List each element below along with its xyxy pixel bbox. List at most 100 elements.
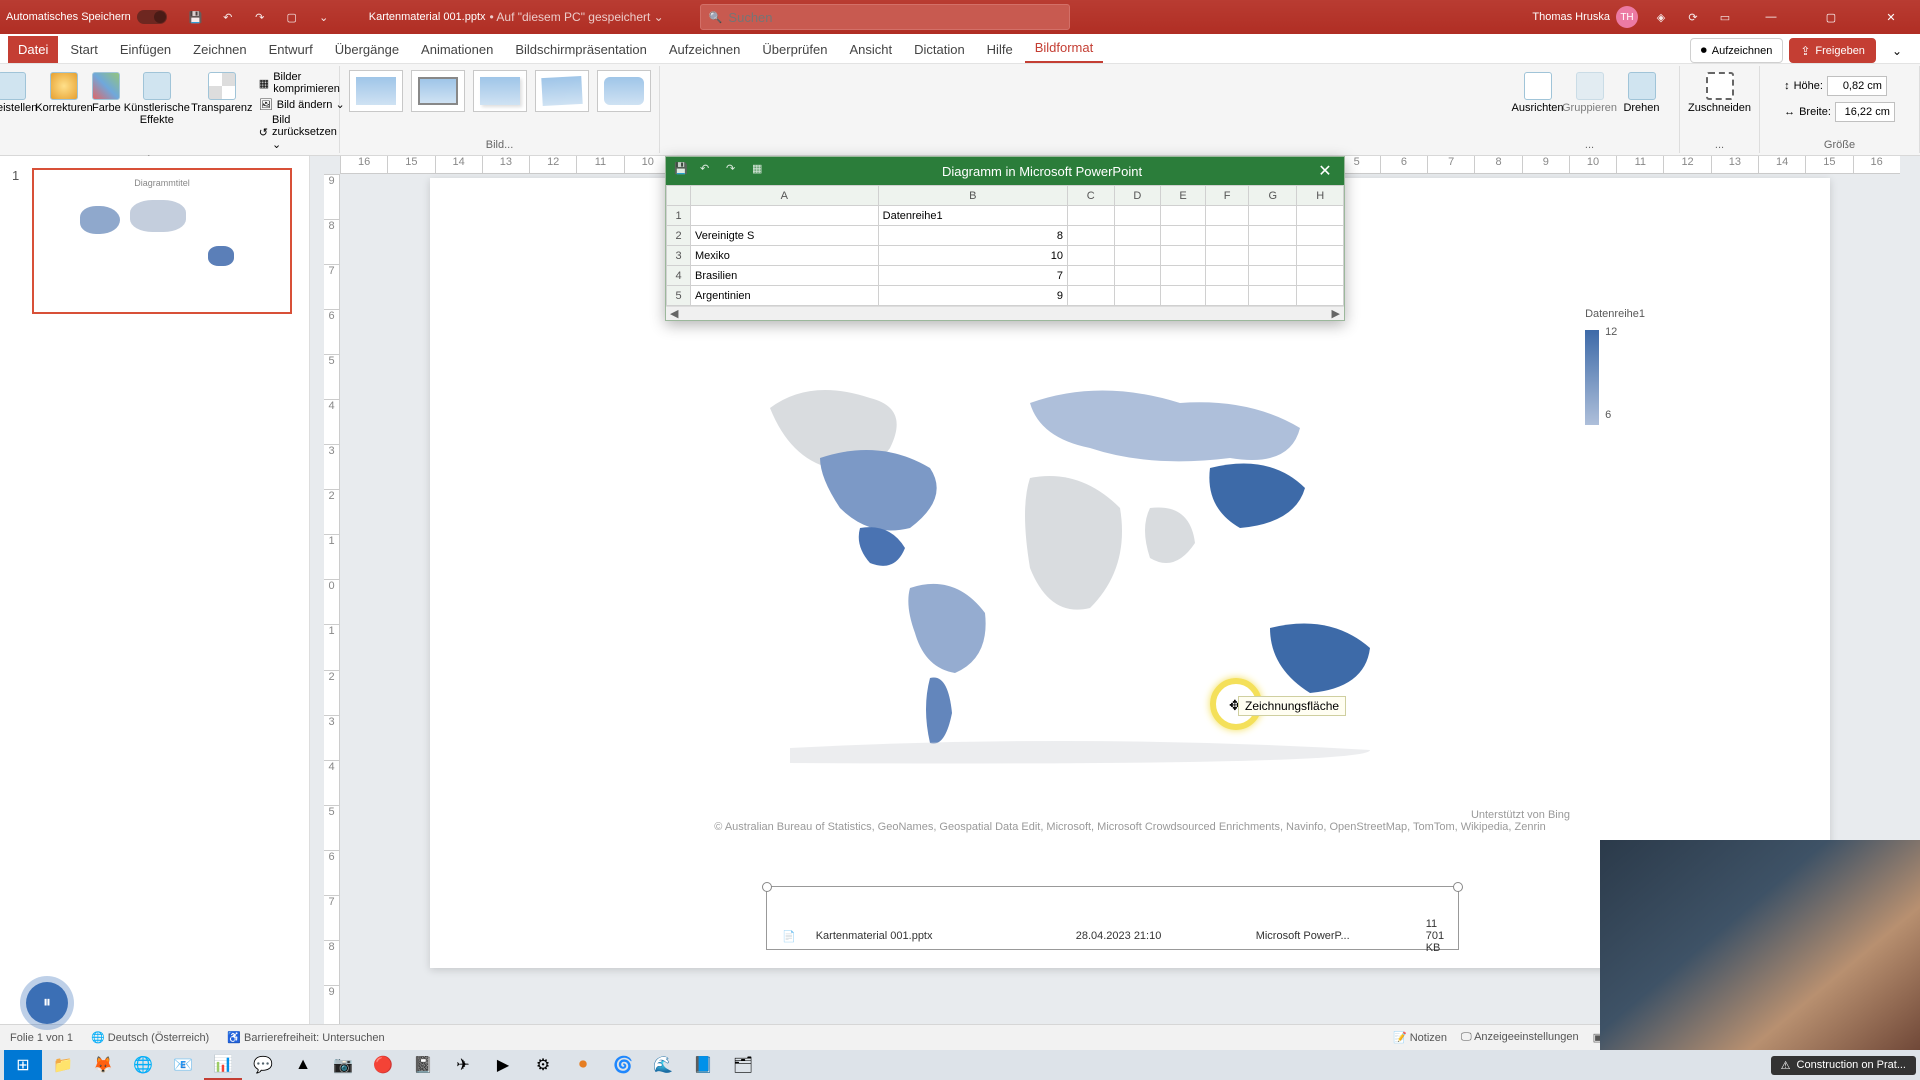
slide-thumbnail[interactable]: Diagrammtitel — [32, 168, 292, 314]
tab-draw[interactable]: Zeichnen — [183, 36, 256, 63]
height-input[interactable] — [1827, 76, 1887, 96]
share-button[interactable]: ⇪ Freigeben — [1789, 38, 1876, 63]
align-button[interactable]: Ausrichten — [1514, 68, 1562, 114]
close-button[interactable]: ✕ — [1868, 0, 1914, 34]
artistic-effects-button[interactable]: Künstlerische Effekte — [125, 68, 189, 126]
tab-help[interactable]: Hilfe — [977, 36, 1023, 63]
account-button[interactable]: Thomas Hruska TH — [1532, 6, 1638, 28]
picture-style[interactable] — [349, 70, 403, 112]
change-picture-button[interactable]: 🖼 Bild ändern ⌄ — [255, 97, 351, 112]
autosave-toggle[interactable]: Automatisches Speichern — [6, 10, 167, 24]
country-australia[interactable] — [1270, 624, 1370, 694]
undo-icon[interactable]: ↶ — [700, 162, 718, 180]
picture-style[interactable] — [597, 70, 651, 112]
app-icon[interactable]: 🔴 — [364, 1050, 402, 1080]
reset-picture-button[interactable]: ↺ Bild zurücksetzen ⌄ — [255, 113, 351, 152]
tab-insert[interactable]: Einfügen — [110, 36, 181, 63]
picture-style[interactable] — [473, 70, 527, 112]
app-icon[interactable]: 🗂 — [724, 1050, 762, 1080]
document-title[interactable]: Kartenmaterial 001.pptx • Auf "diesem PC… — [369, 10, 664, 24]
color-button[interactable]: Farbe — [92, 68, 121, 114]
picture-style[interactable] — [535, 70, 589, 112]
tab-animations[interactable]: Animationen — [411, 36, 503, 63]
selected-image-object[interactable]: 📄 Kartenmaterial 001.pptx 28.04.2023 21:… — [770, 890, 1455, 946]
tab-picture-format[interactable]: Bildformat — [1025, 34, 1104, 63]
world-map-chart[interactable]: ✥ Zeichnungsfläche — [730, 348, 1450, 798]
search-input[interactable] — [728, 10, 1060, 25]
app-icon[interactable]: 🌀 — [604, 1050, 642, 1080]
redo-icon[interactable]: ↷ — [251, 8, 269, 26]
tab-transitions[interactable]: Übergänge — [325, 36, 409, 63]
country-usa[interactable] — [820, 450, 937, 531]
search-box[interactable]: 🔍 — [700, 4, 1070, 30]
start-button[interactable]: ⊞ — [4, 1050, 42, 1080]
slide-panel[interactable]: 1 Diagrammtitel — [0, 156, 310, 1050]
transparency-button[interactable]: Transparenz — [193, 68, 251, 114]
app-icon[interactable]: ⚙ — [524, 1050, 562, 1080]
notification-toast[interactable]: ⚠ Construction on Prat... — [1771, 1056, 1916, 1075]
onenote-icon[interactable]: 📓 — [404, 1050, 442, 1080]
country-mexico[interactable] — [859, 527, 905, 566]
undo-icon[interactable]: ↶ — [219, 8, 237, 26]
compress-pictures-button[interactable]: ▦ Bilder komprimieren — [255, 70, 351, 96]
app-icon[interactable]: 📷 — [324, 1050, 362, 1080]
country-china[interactable] — [1209, 464, 1305, 529]
chart-data-window[interactable]: 💾 ↶ ↷ ▦ Diagramm in Microsoft PowerPoint… — [665, 156, 1345, 321]
app-icon[interactable]: 💬 — [244, 1050, 282, 1080]
chart-legend[interactable]: Datenreihe1 126 — [1585, 308, 1645, 425]
diamond-icon[interactable]: ◈ — [1652, 8, 1670, 26]
record-button[interactable]: ⏺ Aufzeichnen — [1690, 38, 1784, 63]
tab-file[interactable]: Datei — [8, 36, 58, 63]
picture-style[interactable] — [411, 70, 465, 112]
app-icon[interactable]: 📘 — [684, 1050, 722, 1080]
save-icon[interactable]: 💾 — [674, 162, 692, 180]
tab-dictation[interactable]: Dictation — [904, 36, 975, 63]
telegram-icon[interactable]: ✈ — [444, 1050, 482, 1080]
vlc-icon[interactable]: ▲ — [284, 1050, 322, 1080]
country-brazil[interactable] — [908, 584, 985, 673]
ribbon-mode-icon[interactable]: ▭ — [1716, 8, 1734, 26]
autosave-switch[interactable] — [137, 10, 167, 24]
recording-icon[interactable]: ⏺ — [564, 1050, 602, 1080]
sync-icon[interactable]: ⟳ — [1684, 8, 1702, 26]
explorer-icon[interactable]: 📁 — [44, 1050, 82, 1080]
accessibility-button[interactable]: ♿ Barrierefreiheit: Untersuchen — [227, 1031, 384, 1044]
remove-bg-button[interactable]: Freistellen — [0, 68, 36, 114]
tab-view[interactable]: Ansicht — [839, 36, 902, 63]
rotate-button[interactable]: Drehen — [1618, 68, 1666, 114]
collapse-ribbon-icon[interactable]: ⌄ — [1882, 38, 1912, 63]
notes-button[interactable]: 📝 Notizen — [1393, 1031, 1447, 1044]
corrections-button[interactable]: Korrekturen — [40, 68, 88, 114]
tab-record[interactable]: Aufzeichnen — [659, 36, 751, 63]
minimize-button[interactable]: — — [1748, 0, 1794, 34]
powerpoint-icon[interactable]: 📊 — [204, 1050, 242, 1080]
table-icon[interactable]: ▦ — [752, 162, 770, 180]
tab-start[interactable]: Start — [60, 36, 107, 63]
country-russia[interactable] — [1030, 391, 1300, 462]
data-grid[interactable]: ABCDEFGH 1Datenreihe1 2Vereinigte S8 3Me… — [666, 185, 1344, 306]
data-window-titlebar[interactable]: 💾 ↶ ↷ ▦ Diagramm in Microsoft PowerPoint… — [666, 157, 1344, 185]
close-data-window-button[interactable]: ✕ — [1314, 161, 1336, 181]
more-icon[interactable]: ⌄ — [315, 8, 333, 26]
language-button[interactable]: 🌐 Deutsch (Österreich) — [91, 1031, 209, 1044]
outlook-icon[interactable]: 📧 — [164, 1050, 202, 1080]
chrome-icon[interactable]: 🌐 — [124, 1050, 162, 1080]
width-input[interactable] — [1835, 102, 1895, 122]
app-icon[interactable]: ▶ — [484, 1050, 522, 1080]
redo-icon[interactable]: ↷ — [726, 162, 744, 180]
tab-slideshow[interactable]: Bildschirmpräsentation — [505, 36, 657, 63]
group-button[interactable]: Gruppieren — [1566, 68, 1614, 114]
display-settings-button[interactable]: 🖵 Anzeigeeinstellungen — [1461, 1031, 1579, 1044]
country-argentina[interactable] — [926, 677, 952, 743]
firefox-icon[interactable]: 🦊 — [84, 1050, 122, 1080]
maximize-button[interactable]: ▢ — [1808, 0, 1854, 34]
tab-design[interactable]: Entwurf — [259, 36, 323, 63]
start-slideshow-icon[interactable]: ▢ — [283, 8, 301, 26]
recording-pause-button[interactable]: ⏸ — [26, 982, 68, 1024]
crop-button[interactable]: Zuschneiden — [1696, 68, 1744, 114]
save-icon[interactable]: 💾 — [187, 8, 205, 26]
data-scrollbar[interactable]: ◀▶ — [666, 306, 1344, 320]
tab-review[interactable]: Überprüfen — [752, 36, 837, 63]
slide-counter[interactable]: Folie 1 von 1 — [10, 1032, 73, 1044]
edge-icon[interactable]: 🌊 — [644, 1050, 682, 1080]
